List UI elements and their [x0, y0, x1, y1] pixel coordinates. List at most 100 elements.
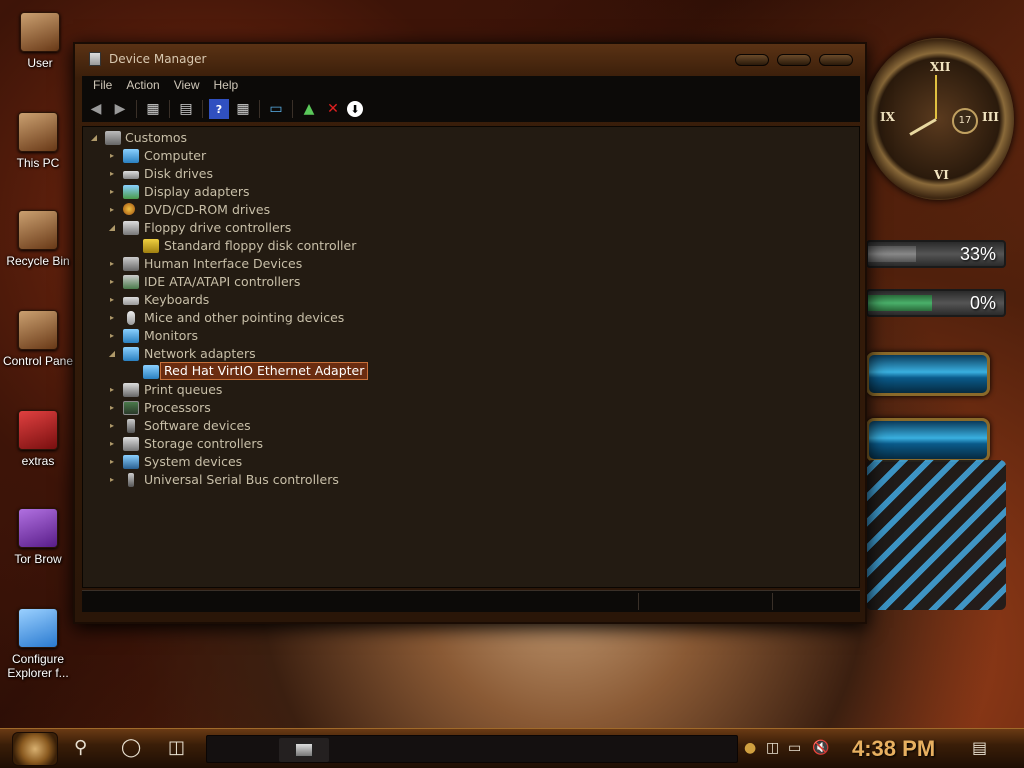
expand-arrow-icon[interactable]: ▸	[107, 399, 117, 417]
tree-node-label: Network adapters	[144, 346, 256, 361]
device-tree[interactable]: ◢ Customos ▸ Computer ▸ Disk drives ▸ Di…	[82, 126, 860, 588]
tree-node-network-adapters[interactable]: ◢ Network adapters	[83, 345, 859, 363]
maximize-button[interactable]	[777, 54, 811, 66]
monitor-icon[interactable]: ▭	[266, 99, 286, 119]
expand-arrow-icon[interactable]: ▸	[107, 381, 117, 399]
close-button[interactable]	[819, 54, 853, 66]
properties-icon[interactable]: ▦	[143, 99, 163, 119]
tree-leaf-label: Red Hat VirtIO Ethernet Adapter	[160, 362, 369, 380]
tree-leaf-floppy-controller[interactable]: Standard floppy disk controller	[83, 237, 859, 255]
tree-node-monitors[interactable]: ▸ Monitors	[83, 327, 859, 345]
tree-node-label: Software devices	[144, 418, 251, 433]
toolbar-separator	[169, 100, 170, 118]
disk-tube-gauge	[866, 418, 990, 462]
network-icon[interactable]: ▭	[788, 740, 801, 756]
device-manager-window[interactable]: Device Manager File Action View Help ◀ ▶…	[73, 42, 867, 624]
toolbar-separator	[259, 100, 260, 118]
tree-node-mice[interactable]: ▸ Mice and other pointing devices	[83, 309, 859, 327]
volume-muted-icon[interactable]: 🔇	[812, 740, 829, 756]
expand-arrow-icon[interactable]: ▸	[107, 273, 117, 291]
tree-root[interactable]: ◢ Customos	[83, 129, 859, 147]
tree-node-dvd-drives[interactable]: ▸ DVD/CD-ROM drives	[83, 201, 859, 219]
tree-node-display-adapters[interactable]: ▸ Display adapters	[83, 183, 859, 201]
desktop-icon-user[interactable]: User	[2, 12, 78, 70]
expand-arrow-icon[interactable]: ▸	[107, 201, 117, 219]
uninstall-x-icon[interactable]: ✕	[323, 99, 343, 119]
menu-view[interactable]: View	[169, 76, 205, 96]
menu-action[interactable]: Action	[121, 76, 164, 96]
task-view-icon[interactable]: ◫	[168, 737, 185, 758]
desktop-icon-configure-explorer[interactable]: Configure Explorer f...	[0, 608, 76, 680]
clock-numeral: XII	[930, 60, 951, 74]
toolbar-separator	[202, 100, 203, 118]
expand-arrow-icon[interactable]: ▸	[107, 291, 117, 309]
decorative-gears	[866, 460, 1006, 610]
tree-node-usb-controllers[interactable]: ▸ Universal Serial Bus controllers	[83, 471, 859, 489]
expand-arrow-icon[interactable]: ▸	[107, 435, 117, 453]
desktop-icon-label: Tor Brow	[14, 552, 62, 566]
tree-node-label: System devices	[144, 454, 243, 469]
tree-node-software-devices[interactable]: ▸ Software devices	[83, 417, 859, 435]
tree-node-floppy-controllers[interactable]: ◢ Floppy drive controllers	[83, 219, 859, 237]
collapse-arrow-icon[interactable]: ◢	[89, 129, 99, 147]
cortana-circle-icon[interactable]: ◯	[121, 737, 141, 758]
tree-leaf-label: Standard floppy disk controller	[164, 238, 357, 253]
tree-leaf-ethernet-adapter[interactable]: Red Hat VirtIO Ethernet Adapter	[83, 362, 859, 381]
expand-arrow-icon[interactable]: ▸	[107, 471, 117, 489]
expand-arrow-icon[interactable]: ▸	[107, 147, 117, 165]
desktop-icon-tor-browser[interactable]: Tor Brow	[0, 508, 76, 566]
title-bar[interactable]: Device Manager	[75, 44, 865, 76]
tree-node-ide-controllers[interactable]: ▸ IDE ATA/ATAPI controllers	[83, 273, 859, 291]
desktop-icon-this-pc[interactable]: This PC	[0, 112, 76, 170]
tree-node-storage-controllers[interactable]: ▸ Storage controllers	[83, 435, 859, 453]
menu-file[interactable]: File	[88, 76, 117, 96]
enable-device-icon[interactable]: ▲	[299, 99, 319, 119]
meet-now-icon[interactable]: ◫	[766, 740, 779, 756]
tree-node-disk-drives[interactable]: ▸ Disk drives	[83, 165, 859, 183]
expand-arrow-icon[interactable]: ▸	[107, 165, 117, 183]
expand-arrow-icon[interactable]: ▸	[107, 309, 117, 327]
usb-icon	[128, 473, 134, 487]
expand-arrow-icon[interactable]: ▸	[107, 255, 117, 273]
extras-folder-icon	[18, 410, 58, 450]
taskbar: ⚲ ◯ ◫ ● ◫ ▭ 🔇 4:38 PM ▤	[0, 728, 1024, 768]
expand-arrow-icon[interactable]: ▸	[107, 417, 117, 435]
back-arrow-icon[interactable]: ◀	[86, 99, 106, 119]
collapse-arrow-icon[interactable]: ◢	[107, 345, 117, 363]
tree-node-print-queues[interactable]: ▸ Print queues	[83, 381, 859, 399]
dvd-drive-icon	[123, 203, 135, 215]
forward-arrow-icon[interactable]: ▶	[110, 99, 130, 119]
search-icon[interactable]: ⚲	[74, 737, 87, 758]
taskbar-app-device-manager[interactable]	[279, 738, 329, 762]
tree-node-label: IDE ATA/ATAPI controllers	[144, 274, 301, 289]
cpu-percent: 33%	[959, 244, 996, 264]
tree-node-system-devices[interactable]: ▸ System devices	[83, 453, 859, 471]
tree-node-hid[interactable]: ▸ Human Interface Devices	[83, 255, 859, 273]
menu-help[interactable]: Help	[209, 76, 244, 96]
collapse-arrow-icon[interactable]: ◢	[107, 219, 117, 237]
ram-meter-fill	[868, 295, 932, 311]
notifications-icon[interactable]: ▤	[972, 738, 987, 757]
start-button[interactable]	[12, 732, 58, 766]
details-icon[interactable]: ▦	[233, 99, 253, 119]
desktop-icon-recycle-bin[interactable]: Recycle Bin	[0, 210, 76, 268]
tree-root-label: Customos	[125, 130, 188, 145]
tree-node-label: Human Interface Devices	[144, 256, 303, 271]
desktop-icon-control-panel[interactable]: Control Pane	[0, 310, 76, 368]
expand-arrow-icon[interactable]: ▸	[107, 327, 117, 345]
minimize-button[interactable]	[735, 54, 769, 66]
tree-node-processors[interactable]: ▸ Processors	[83, 399, 859, 417]
list-icon[interactable]: ▤	[176, 99, 196, 119]
tree-node-computer[interactable]: ▸ Computer	[83, 147, 859, 165]
tree-node-label: Monitors	[144, 328, 199, 343]
tray-expand-icon[interactable]: ●	[744, 740, 756, 756]
update-driver-icon[interactable]: ⬇	[347, 101, 363, 117]
desktop-icon-extras[interactable]: extras	[0, 410, 76, 468]
help-icon[interactable]: ?	[209, 99, 229, 119]
expand-arrow-icon[interactable]: ▸	[107, 453, 117, 471]
monitor-icon	[123, 329, 139, 343]
taskbar-clock[interactable]: 4:38 PM	[852, 736, 935, 762]
tree-node-keyboards[interactable]: ▸ Keyboards	[83, 291, 859, 309]
tree-node-label: Floppy drive controllers	[144, 220, 292, 235]
expand-arrow-icon[interactable]: ▸	[107, 183, 117, 201]
